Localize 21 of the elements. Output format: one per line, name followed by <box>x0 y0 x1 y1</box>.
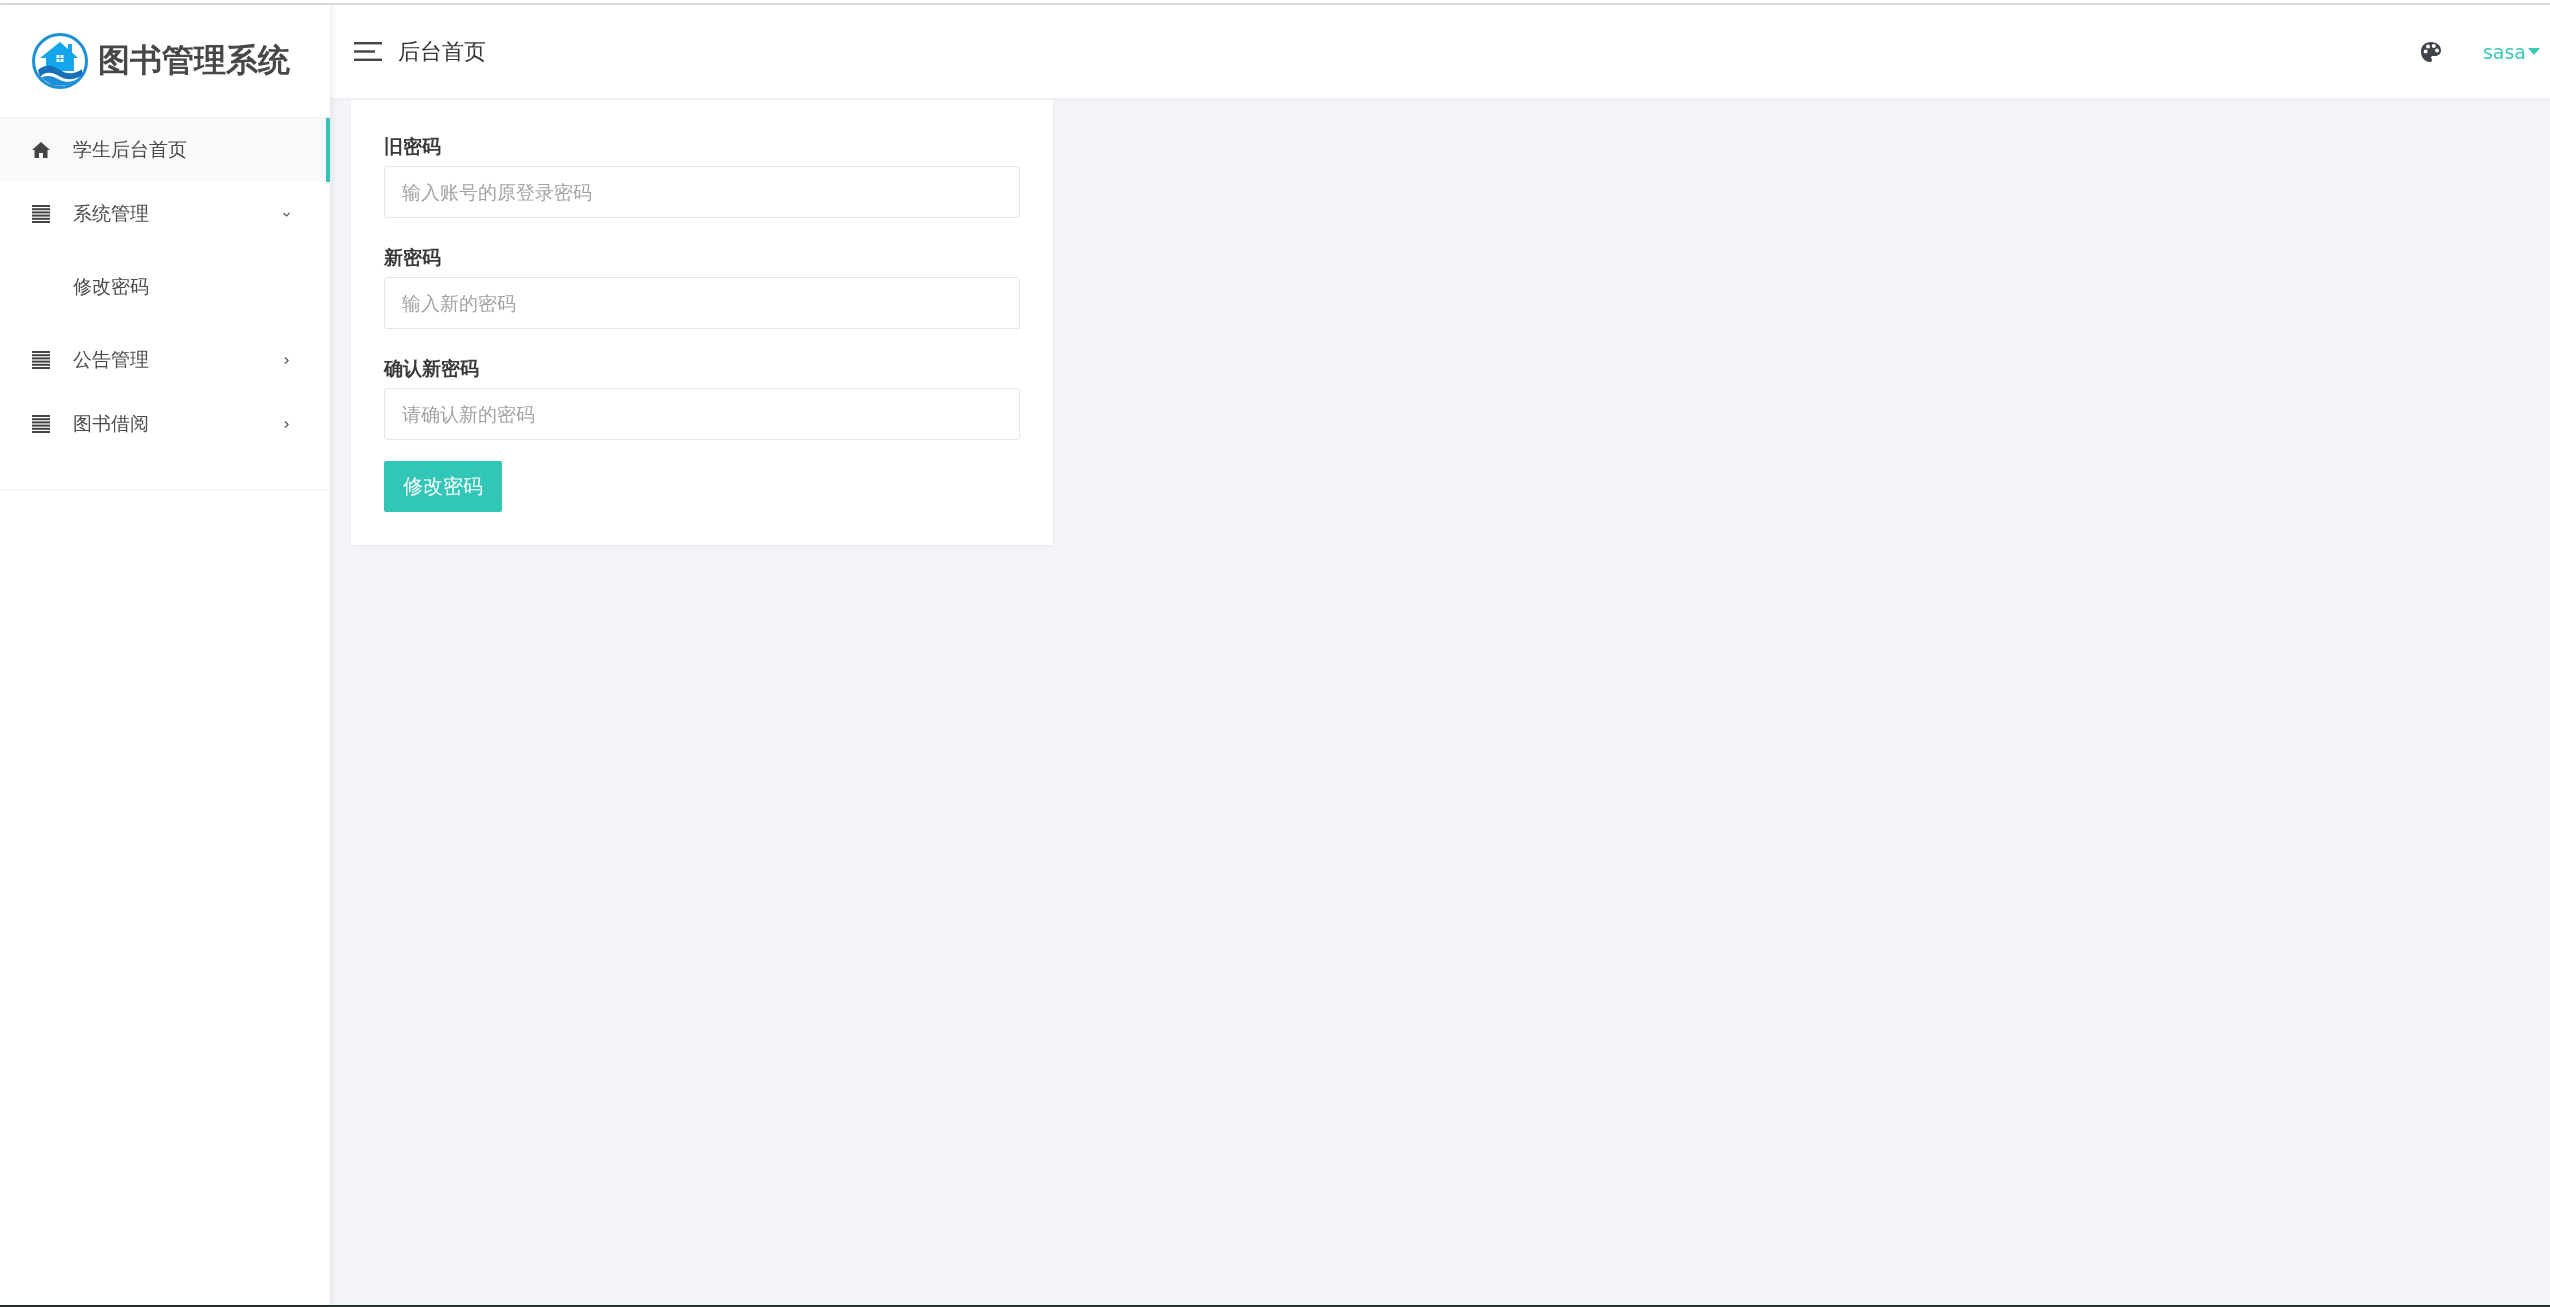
sidebar-item[interactable]: 学生后台首页 <box>0 118 330 182</box>
list-icon <box>32 205 50 223</box>
sidebar-item[interactable]: 图书借阅 <box>0 392 330 456</box>
home-icon <box>32 141 50 159</box>
app-title: 图书管理系统 <box>98 40 290 81</box>
sidebar-item[interactable]: 公告管理 <box>0 328 330 392</box>
password-input[interactable]: 请确认新的密码 <box>384 388 1020 440</box>
caret-icon <box>2528 48 2540 55</box>
field-label: 旧密码 <box>384 134 441 159</box>
field-label: 新密码 <box>384 245 441 270</box>
password-input[interactable]: 输入新的密码 <box>384 277 1020 329</box>
field-label: 确认新密码 <box>384 356 479 381</box>
house-logo-icon <box>32 33 88 89</box>
page-title: 后台首页 <box>398 37 486 66</box>
sidebar-item[interactable]: 系统管理 <box>0 182 330 246</box>
menu-icon[interactable] <box>354 42 382 61</box>
list-icon <box>32 415 50 433</box>
sidebar-subitem[interactable]: 修改密码 <box>0 255 330 319</box>
password-input[interactable]: 输入账号的原登录密码 <box>384 166 1020 218</box>
list-icon <box>32 351 50 369</box>
palette-icon[interactable] <box>2419 40 2442 63</box>
